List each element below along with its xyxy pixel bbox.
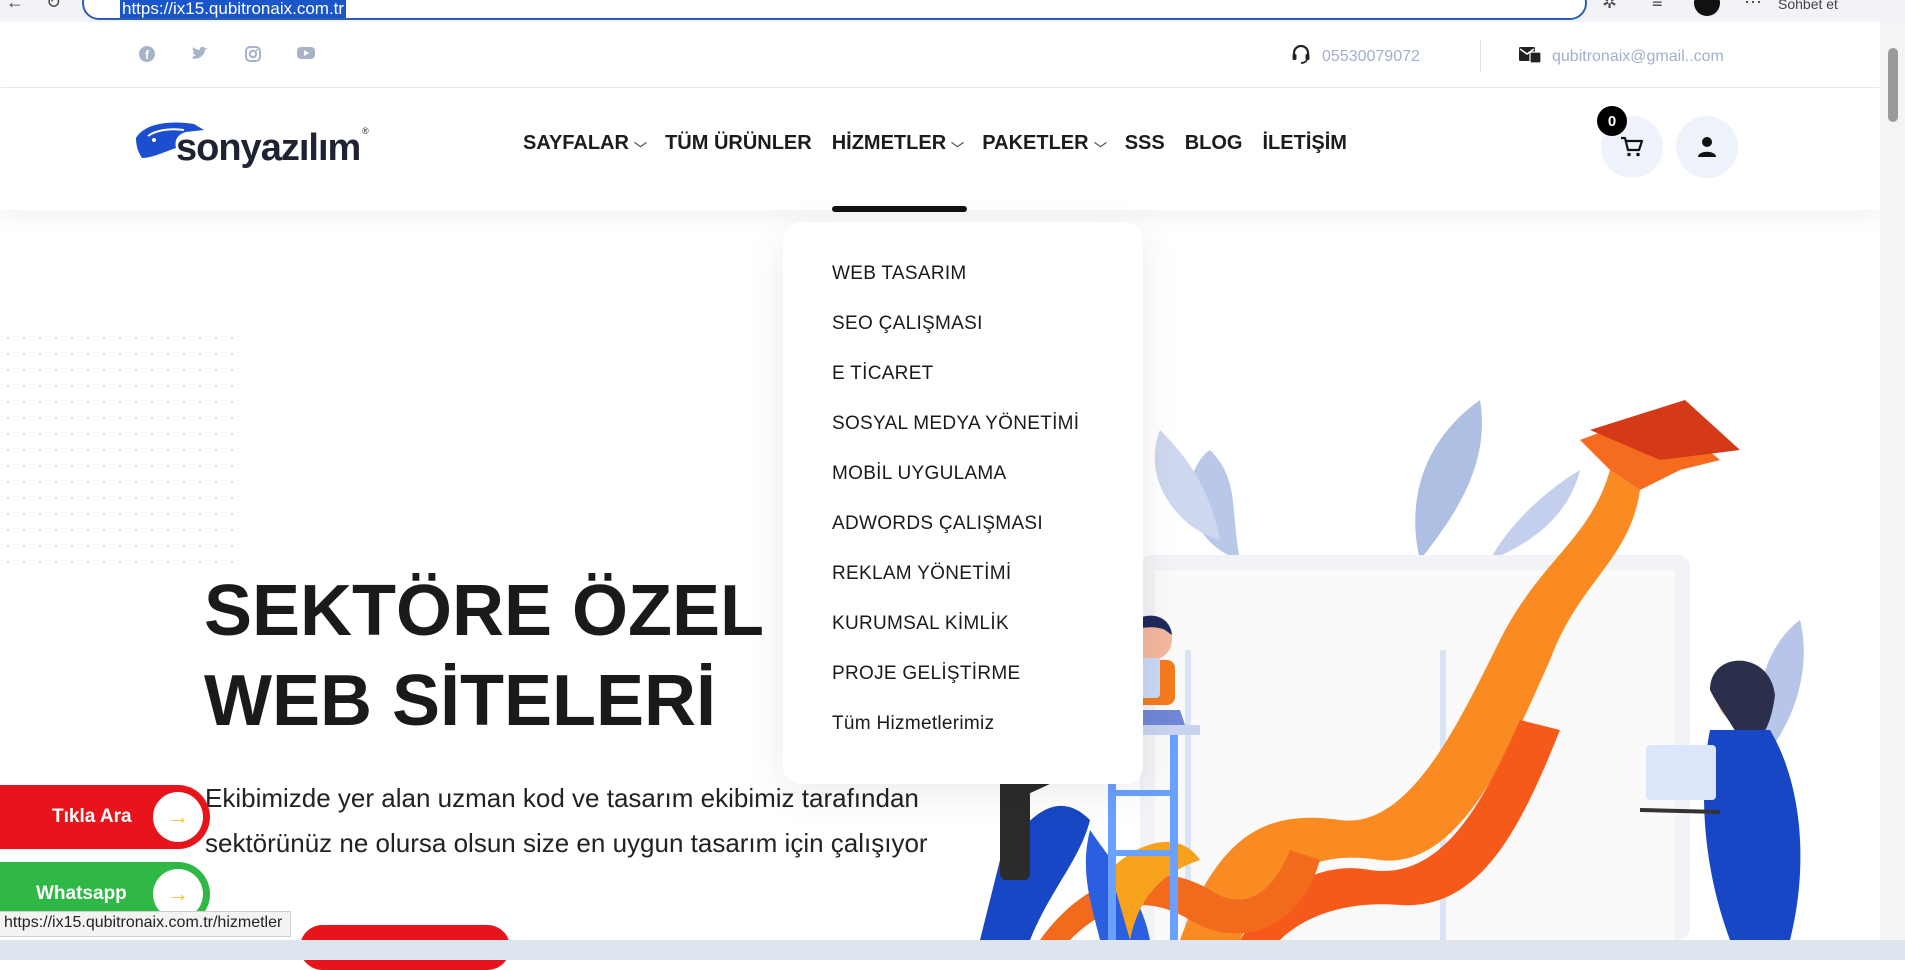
dropdown-item-seo-calismasi[interactable]: SEO ÇALIŞMASI: [832, 312, 1143, 362]
top-contact-bar: f 05530079072 qubitronaix@gmail..com: [0, 22, 1880, 88]
nav-sss[interactable]: SSS: [1125, 132, 1165, 155]
read-aloud-icon[interactable]: A: [1523, 0, 1535, 3]
page-scrollbar[interactable]: [1880, 22, 1905, 940]
extensions-icon[interactable]: ✲: [1602, 0, 1617, 13]
dropdown-item-e-ticaret[interactable]: E TİCARET: [832, 362, 1143, 412]
nav-hizmetler[interactable]: HİZMETLER ⌵: [832, 132, 965, 155]
call-button-label: Tıkla Ara: [52, 806, 132, 827]
dropdown-item-adwords[interactable]: ADWORDS ÇALIŞMASI: [832, 512, 1143, 562]
favorites-icon[interactable]: ≡: [1652, 0, 1663, 13]
active-nav-underline: [832, 206, 967, 212]
phone-number[interactable]: 05530079072: [1322, 48, 1420, 66]
scroll-thumb[interactable]: [1888, 48, 1898, 122]
dropdown-item-web-tasarim[interactable]: WEB TASARIM: [832, 262, 1143, 312]
chevron-down-icon: ⌵: [951, 136, 965, 150]
nav-paketler[interactable]: PAKETLER ⌵: [982, 132, 1107, 155]
hero-title: SEKTÖRE ÖZEL WEB SİTELERİ: [204, 566, 764, 746]
os-taskbar: [0, 940, 1905, 960]
dropdown-item-kurumsal-kimlik[interactable]: KURUMSAL KİMLİK: [832, 612, 1143, 662]
account-button[interactable]: [1676, 116, 1738, 178]
dropdown-item-mobil-uygulama[interactable]: MOBİL UYGULAMA: [832, 462, 1143, 512]
svg-text:®: ®: [362, 126, 369, 136]
hizmetler-dropdown-menu: WEB TASARIM SEO ÇALIŞMASI E TİCARET SOSY…: [783, 222, 1143, 784]
main-nav: SAYFALAR ⌵ TÜM ÜRÜNLER HİZMETLER ⌵ PAKETLE…: [523, 132, 1347, 155]
nav-iletisim[interactable]: İLETİŞİM: [1263, 132, 1347, 155]
cart-icon: [1621, 136, 1644, 157]
call-button[interactable]: Tıkla Ara →: [0, 785, 210, 849]
address-bar[interactable]: ⊡ https://ix15.qubitronaix.com.tr A ☆: [82, 0, 1587, 20]
cart-count-badge: 0: [1597, 106, 1627, 136]
dropdown-item-tum-hizmetler[interactable]: Tüm Hizmetlerimiz: [832, 712, 1143, 762]
hero-title-line2: WEB SİTELERİ: [204, 661, 717, 741]
link-status-tooltip: https://ix15.qubitronaix.com.tr/hizmetle…: [0, 911, 292, 937]
chevron-down-icon: ⌵: [1093, 136, 1107, 150]
brand-logo[interactable]: sonyazılım ®: [134, 118, 374, 174]
profile-avatar[interactable]: [1694, 0, 1720, 16]
instagram-icon[interactable]: [243, 45, 263, 65]
reload-icon[interactable]: ↻: [46, 0, 61, 13]
brand-name: sonyazılım: [176, 127, 360, 169]
twitter-icon[interactable]: [190, 45, 210, 65]
dot-pattern: [0, 330, 240, 565]
dropdown-item-sosyal-medya[interactable]: SOSYAL MEDYA YÖNETİMİ: [832, 412, 1143, 462]
user-icon: [1698, 137, 1716, 157]
chevron-down-icon: ⌵: [634, 136, 647, 150]
hero-title-line1: SEKTÖRE ÖZEL: [204, 571, 765, 651]
address-url[interactable]: https://ix15.qubitronaix.com.tr: [120, 0, 347, 18]
email-contact[interactable]: qubitronaix@gmail..com: [1518, 43, 1724, 71]
more-icon[interactable]: ⋯: [1744, 0, 1762, 13]
hero-description: Ekibimizde yer alan uzman kod ve tasarım…: [205, 776, 965, 866]
arrow-right-icon: →: [153, 792, 203, 842]
facebook-icon[interactable]: f: [137, 45, 157, 65]
site-info-icon[interactable]: ⊡: [96, 0, 111, 3]
favorite-star-icon[interactable]: ☆: [1557, 0, 1573, 3]
mail-icon: [1518, 43, 1542, 71]
phone-contact[interactable]: 05530079072: [1290, 43, 1420, 71]
whatsapp-button-label: Whatsapp: [36, 883, 127, 904]
nav-blog[interactable]: BLOG: [1185, 132, 1243, 155]
copilot-tab[interactable]: Sohbet et: [1778, 0, 1838, 12]
headset-icon: [1290, 43, 1312, 71]
dropdown-item-reklam-yonetimi[interactable]: REKLAM YÖNETİMİ: [832, 562, 1143, 612]
hero-desc-line2: sektörünüz ne olursa olsun size en uygun…: [205, 828, 928, 858]
browser-toolbar: ← ↻ ⊡ https://ix15.qubitronaix.com.tr A …: [0, 0, 1905, 22]
nav-sayfalar[interactable]: SAYFALAR ⌵: [523, 132, 647, 155]
main-header: sonyazılım ® SAYFALAR ⌵ TÜM ÜRÜNLER HİZME…: [0, 88, 1880, 212]
youtube-icon[interactable]: [296, 45, 316, 65]
email-address[interactable]: qubitronaix@gmail..com: [1552, 48, 1724, 66]
dropdown-item-proje-gelistirme[interactable]: PROJE GELİŞTİRME: [832, 662, 1143, 712]
nav-tum-urunler[interactable]: TÜM ÜRÜNLER: [665, 132, 812, 155]
contact-divider: [1480, 40, 1481, 72]
back-icon[interactable]: ←: [6, 0, 24, 13]
